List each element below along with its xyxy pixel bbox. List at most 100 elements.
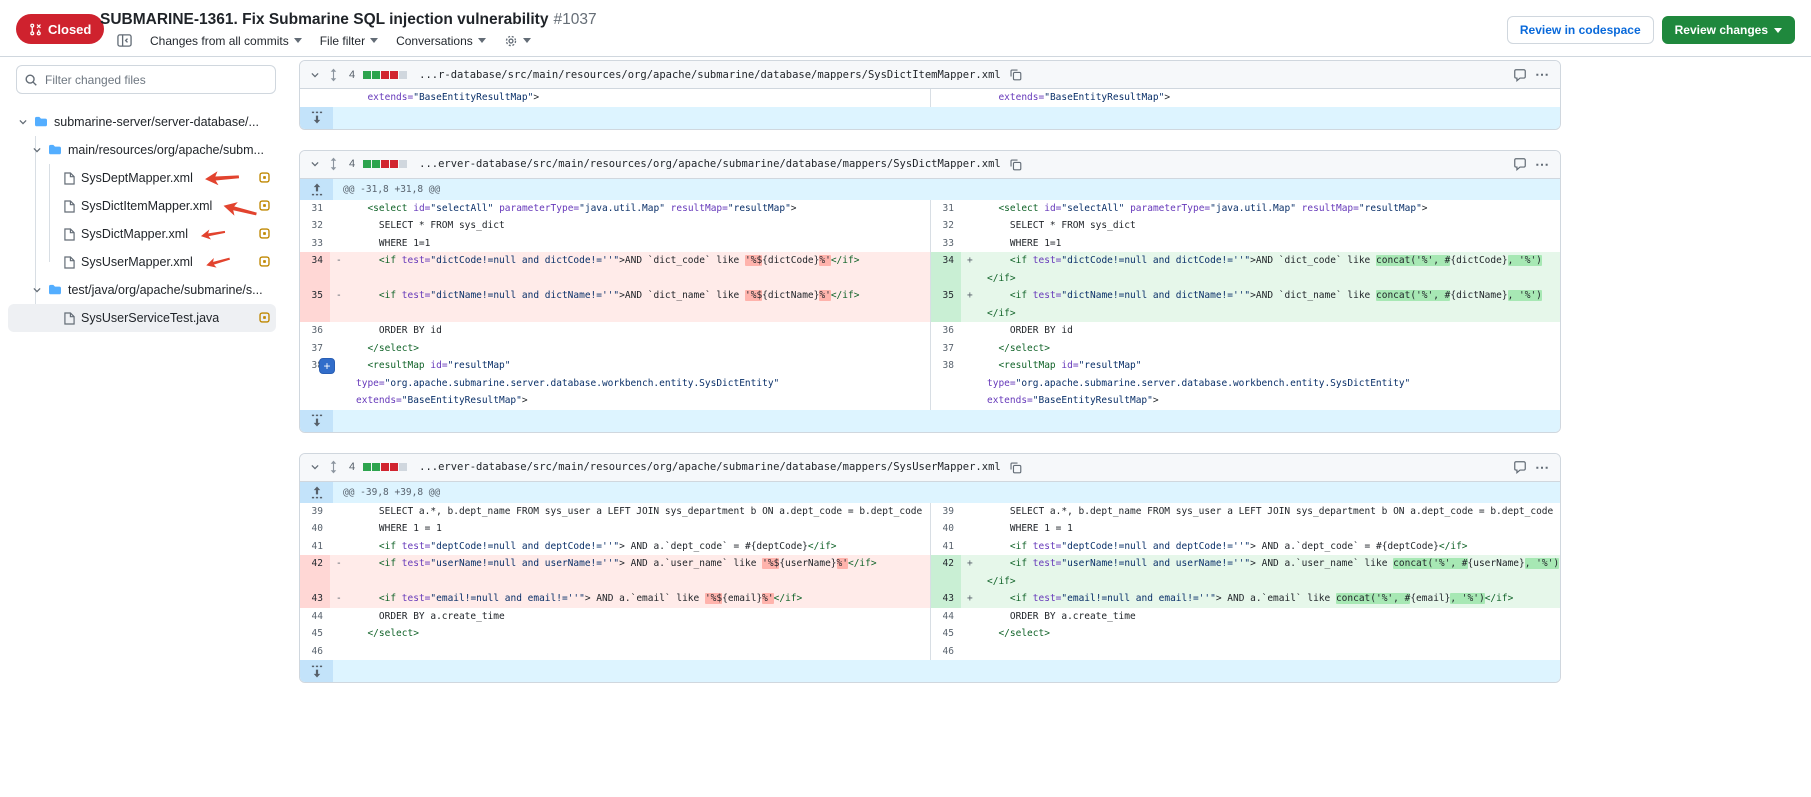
code-cell[interactable]: WHERE 1 = 1 (979, 520, 1560, 538)
line-number[interactable]: 41 (300, 538, 330, 556)
copy-path-button[interactable] (1009, 461, 1022, 474)
code-cell[interactable]: WHERE 1 = 1 (348, 520, 930, 538)
file-comment-button[interactable] (1513, 68, 1527, 82)
code-cell[interactable]: extends="BaseEntityResultMap"> (979, 392, 1560, 410)
filter-changed-files-input[interactable] (16, 65, 276, 94)
line-number[interactable]: 32 (300, 217, 330, 235)
line-number[interactable] (300, 392, 330, 410)
code-cell[interactable]: <if test="userName!=null and userName!='… (348, 555, 930, 590)
line-number[interactable]: 34 (300, 252, 330, 287)
line-number[interactable]: 43 (931, 590, 961, 608)
line-number[interactable]: 45 (300, 625, 330, 643)
expand-up-button[interactable] (300, 179, 333, 200)
code-cell[interactable] (348, 643, 930, 661)
tree-folder-main-resources-org-apache-subm-[interactable]: main/resources/org/apache/subm... (8, 136, 276, 164)
code-cell[interactable]: SELECT a.*, b.dept_name FROM sys_user a … (979, 503, 1560, 521)
code-cell[interactable] (979, 643, 1560, 661)
line-number[interactable]: 39 (300, 503, 330, 521)
code-cell[interactable]: <resultMap id="resultMap" (348, 357, 930, 375)
commits-dropdown[interactable]: Changes from all commits (150, 34, 302, 48)
code-cell[interactable]: type="org.apache.submarine.server.databa… (348, 375, 930, 393)
code-cell[interactable]: <if test="dictName!=null and dictName!='… (979, 287, 1560, 322)
code-cell[interactable]: extends="BaseEntityResultMap"> (979, 89, 1560, 107)
code-cell[interactable]: </select> (348, 340, 930, 358)
line-number[interactable]: 46 (931, 643, 961, 661)
code-cell[interactable]: <if test="dictCode!=null and dictCode!='… (348, 252, 930, 287)
copy-path-button[interactable] (1009, 68, 1022, 81)
line-number[interactable]: 42 (931, 555, 961, 590)
sidebar-collapse-icon[interactable] (117, 33, 132, 48)
review-in-codespace-button[interactable]: Review in codespace (1507, 16, 1654, 44)
line-number[interactable]: 46 (300, 643, 330, 661)
code-cell[interactable]: <resultMap id="resultMap" (979, 357, 1560, 375)
line-number[interactable] (300, 89, 330, 107)
code-cell[interactable]: </select> (979, 625, 1560, 643)
line-number[interactable]: 39 (931, 503, 961, 521)
code-cell[interactable]: WHERE 1=1 (348, 235, 930, 253)
code-cell[interactable]: SELECT a.*, b.dept_name FROM sys_user a … (348, 503, 930, 521)
code-cell[interactable]: extends="BaseEntityResultMap"> (348, 392, 930, 410)
code-cell[interactable]: <if test="email!=null and email!=''"> AN… (348, 590, 930, 608)
code-cell[interactable]: type="org.apache.submarine.server.databa… (979, 375, 1560, 393)
line-number[interactable]: 31 (931, 200, 961, 218)
tree-file-sysdictmapper-xml[interactable]: SysDictMapper.xml (8, 220, 276, 248)
code-cell[interactable]: ORDER BY id (979, 322, 1560, 340)
code-cell[interactable]: SELECT * FROM sys_dict (979, 217, 1560, 235)
line-number[interactable]: 38 (931, 357, 961, 375)
code-cell[interactable]: <if test="email!=null and email!=''"> AN… (979, 590, 1560, 608)
code-cell[interactable]: <if test="deptCode!=null and deptCode!='… (979, 538, 1560, 556)
collapse-file-button[interactable] (310, 462, 320, 472)
line-number[interactable]: 44 (931, 608, 961, 626)
line-number[interactable]: 34 (931, 252, 961, 287)
line-number[interactable]: 36 (300, 322, 330, 340)
diff-settings-dropdown[interactable] (504, 34, 531, 48)
code-cell[interactable]: </select> (348, 625, 930, 643)
line-number[interactable]: 33 (300, 235, 330, 253)
add-comment-button[interactable]: + (319, 358, 335, 374)
code-cell[interactable]: extends="BaseEntityResultMap"> (348, 89, 930, 107)
code-cell[interactable]: WHERE 1=1 (979, 235, 1560, 253)
tree-file-sysdictitemmapper-xml[interactable]: SysDictItemMapper.xml (8, 192, 276, 220)
drag-move-icon[interactable] (328, 68, 339, 82)
collapse-file-button[interactable] (310, 159, 320, 169)
line-number[interactable]: 31 (300, 200, 330, 218)
line-number[interactable]: 37 (931, 340, 961, 358)
file-options-kebab-button[interactable]: ⋯ (1535, 66, 1550, 83)
code-cell[interactable]: <if test="userName!=null and userName!='… (979, 555, 1560, 590)
line-number[interactable] (931, 89, 961, 107)
tree-file-sysuserservicetest-java[interactable]: SysUserServiceTest.java (8, 304, 276, 332)
tree-file-sysdeptmapper-xml[interactable]: SysDeptMapper.xml (8, 164, 276, 192)
line-number[interactable] (931, 375, 961, 393)
line-number[interactable]: 32 (931, 217, 961, 235)
file-filter-dropdown[interactable]: File filter (320, 34, 378, 48)
line-number[interactable]: 37 (300, 340, 330, 358)
tree-folder-test-java-org-apache-submarine-s-[interactable]: test/java/org/apache/submarine/s... (8, 276, 276, 304)
expand-up-button[interactable] (300, 482, 333, 503)
expand-down-button[interactable] (300, 660, 333, 682)
conversations-dropdown[interactable]: Conversations (396, 34, 486, 48)
code-cell[interactable]: <select id="selectAll" parameterType="ja… (348, 200, 930, 218)
drag-move-icon[interactable] (328, 460, 339, 474)
copy-path-button[interactable] (1009, 158, 1022, 171)
code-cell[interactable]: ORDER BY a.create_time (348, 608, 930, 626)
line-number[interactable]: 40 (931, 520, 961, 538)
line-number[interactable]: 45 (931, 625, 961, 643)
file-comment-button[interactable] (1513, 460, 1527, 474)
code-cell[interactable]: </select> (979, 340, 1560, 358)
line-number[interactable] (300, 375, 330, 393)
expand-down-button[interactable] (300, 410, 333, 432)
line-number[interactable]: 36 (931, 322, 961, 340)
line-number[interactable] (931, 392, 961, 410)
file-options-kebab-button[interactable]: ⋯ (1535, 156, 1550, 173)
tree-folder-submarine-server-server-database-[interactable]: submarine-server/server-database/... (8, 108, 276, 136)
code-cell[interactable]: <if test="dictName!=null and dictName!='… (348, 287, 930, 322)
line-number[interactable]: 43 (300, 590, 330, 608)
drag-move-icon[interactable] (328, 157, 339, 171)
code-cell[interactable]: ORDER BY a.create_time (979, 608, 1560, 626)
file-options-kebab-button[interactable]: ⋯ (1535, 459, 1550, 476)
expand-down-button[interactable] (300, 107, 333, 129)
line-number[interactable]: 40 (300, 520, 330, 538)
line-number[interactable]: 35 (931, 287, 961, 322)
code-cell[interactable]: <select id="selectAll" parameterType="ja… (979, 200, 1560, 218)
line-number[interactable]: 35 (300, 287, 330, 322)
